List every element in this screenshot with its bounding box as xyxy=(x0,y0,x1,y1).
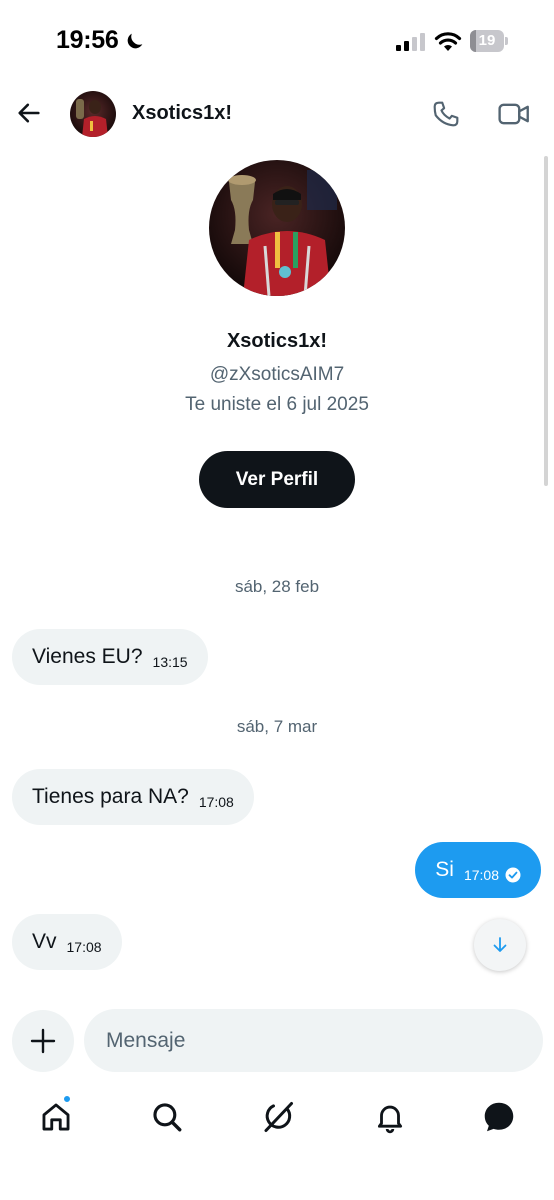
plus-icon xyxy=(30,1028,56,1054)
video-icon[interactable] xyxy=(497,98,531,130)
scroll-to-bottom-button[interactable] xyxy=(474,919,526,971)
battery-icon: 19 xyxy=(470,30,508,52)
profile-avatar[interactable] xyxy=(209,160,345,296)
back-button[interactable] xyxy=(12,96,46,130)
profile-joined-date: Te uniste el 6 jul 2025 xyxy=(185,394,369,415)
message-time: 13:15 xyxy=(152,654,188,670)
message-time: 17:08 xyxy=(463,867,499,883)
nav-search[interactable] xyxy=(147,1097,187,1137)
date-separator: sáb, 28 feb xyxy=(234,577,320,596)
nav-grok[interactable] xyxy=(258,1097,298,1137)
nav-notifications[interactable] xyxy=(370,1097,410,1137)
header-name[interactable]: Xsotics1x! xyxy=(132,102,232,125)
message-time: 17:08 xyxy=(198,794,234,810)
status-bar: 19:56 19 xyxy=(0,0,554,84)
messages-icon xyxy=(484,1102,514,1132)
conversation-header: Xsotics1x! xyxy=(0,84,554,146)
message-text: Si xyxy=(435,858,454,881)
message-text: Tienes para NA? xyxy=(32,785,189,808)
message-bubble-received[interactable]: Vienes EU? 13:15 xyxy=(12,629,208,685)
status-time: 19:56 xyxy=(56,26,119,54)
moon-icon xyxy=(127,33,143,49)
message-text: Vv xyxy=(32,930,57,953)
message-text: Vienes EU? xyxy=(32,645,143,668)
read-check-icon xyxy=(505,867,521,883)
scrollbar[interactable] xyxy=(544,156,548,486)
avatar-image xyxy=(70,91,116,137)
message-bubble-sent[interactable]: Si 17:08 xyxy=(415,842,541,898)
message-bubble-received[interactable]: Tienes para NA? 17:08 xyxy=(12,769,254,825)
message-time: 17:08 xyxy=(66,939,102,955)
message-bubble-received[interactable]: Vv 17:08 xyxy=(12,914,122,970)
message-input[interactable] xyxy=(84,1009,543,1072)
nav-messages[interactable] xyxy=(479,1097,519,1137)
header-avatar[interactable] xyxy=(70,91,116,137)
notification-dot xyxy=(62,1094,72,1104)
notifications-icon xyxy=(377,1105,403,1134)
signal-icon xyxy=(396,33,425,51)
wifi-icon xyxy=(434,32,462,51)
grok-icon xyxy=(264,1102,293,1132)
date-separator: sáb, 7 mar xyxy=(236,717,318,736)
profile-name: Xsotics1x! xyxy=(226,330,328,352)
profile-handle: @zXsoticsAIM7 xyxy=(209,364,345,385)
home-icon xyxy=(42,1103,70,1131)
search-icon xyxy=(153,1103,182,1132)
back-arrow-icon xyxy=(18,103,40,123)
arrow-down-icon xyxy=(493,937,507,952)
view-profile-button[interactable]: Ver Perfil xyxy=(199,451,355,508)
avatar-image xyxy=(209,160,345,296)
battery-percent: 19 xyxy=(478,32,496,49)
phone-icon[interactable] xyxy=(430,98,462,130)
add-attachment-button[interactable] xyxy=(12,1010,74,1072)
